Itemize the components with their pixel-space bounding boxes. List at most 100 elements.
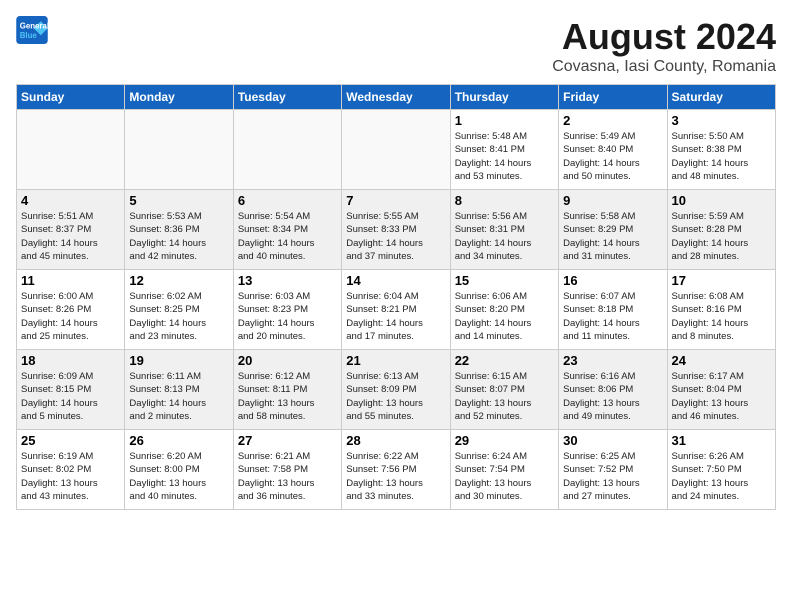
day-number: 22 <box>455 353 554 368</box>
cell-info: Sunrise: 6:20 AM Sunset: 8:00 PM Dayligh… <box>129 450 228 503</box>
cell-info: Sunrise: 5:51 AM Sunset: 8:37 PM Dayligh… <box>21 210 120 263</box>
subtitle: Covasna, Iasi County, Romania <box>552 58 776 76</box>
day-header-wednesday: Wednesday <box>342 85 450 110</box>
calendar-cell: 29 Sunrise: 6:24 AM Sunset: 7:54 PM Dayli… <box>450 430 558 510</box>
calendar-cell: 12Sunrise: 6:02 AM Sunset: 8:25 PM Dayli… <box>125 270 233 350</box>
calendar-cell: 15 Sunrise: 6:06 AM Sunset: 8:20 PM Dayli… <box>450 270 558 350</box>
cell-info: Sunrise: 6:21 AM Sunset: 7:58 PM Dayligh… <box>238 450 337 503</box>
cell-info: Sunrise: 5:56 AM Sunset: 8:31 PM Dayligh… <box>455 210 554 263</box>
cell-info: Sunrise: 6:11 AM Sunset: 8:13 PM Dayligh… <box>129 370 228 423</box>
day-header-saturday: Saturday <box>667 85 775 110</box>
day-number: 6 <box>238 193 337 208</box>
calendar-cell: 7 Sunrise: 5:55 AM Sunset: 8:33 PM Daylig… <box>342 190 450 270</box>
cell-info: Sunrise: 6:02 AM Sunset: 8:25 PM Dayligh… <box>129 290 228 343</box>
calendar-cell <box>233 110 341 190</box>
cell-info: Sunrise: 6:13 AM Sunset: 8:09 PM Dayligh… <box>346 370 445 423</box>
day-number: 29 <box>455 433 554 448</box>
cell-info: Sunrise: 5:50 AM Sunset: 8:38 PM Dayligh… <box>672 130 771 183</box>
day-number: 21 <box>346 353 445 368</box>
day-number: 13 <box>238 273 337 288</box>
day-number: 18 <box>21 353 120 368</box>
cell-info: Sunrise: 6:19 AM Sunset: 8:02 PM Dayligh… <box>21 450 120 503</box>
day-number: 25 <box>21 433 120 448</box>
cell-info: Sunrise: 6:22 AM Sunset: 7:56 PM Dayligh… <box>346 450 445 503</box>
logo: General Blue <box>16 16 48 44</box>
cell-info: Sunrise: 6:12 AM Sunset: 8:11 PM Dayligh… <box>238 370 337 423</box>
calendar-cell: 23 Sunrise: 6:16 AM Sunset: 8:06 PM Dayli… <box>559 350 667 430</box>
calendar-cell: 13Sunrise: 6:03 AM Sunset: 8:23 PM Dayli… <box>233 270 341 350</box>
cell-info: Sunrise: 5:54 AM Sunset: 8:34 PM Dayligh… <box>238 210 337 263</box>
calendar-cell <box>125 110 233 190</box>
cell-info: Sunrise: 6:09 AM Sunset: 8:15 PM Dayligh… <box>21 370 120 423</box>
cell-info: Sunrise: 5:48 AM Sunset: 8:41 PM Dayligh… <box>455 130 554 183</box>
cell-info: Sunrise: 6:06 AM Sunset: 8:20 PM Dayligh… <box>455 290 554 343</box>
cell-info: Sunrise: 5:55 AM Sunset: 8:33 PM Dayligh… <box>346 210 445 263</box>
svg-text:Blue: Blue <box>20 31 38 40</box>
calendar-cell: 19 Sunrise: 6:11 AM Sunset: 8:13 PM Dayli… <box>125 350 233 430</box>
calendar-cell: 24 Sunrise: 6:17 AM Sunset: 8:04 PM Dayli… <box>667 350 775 430</box>
cell-info: Sunrise: 6:00 AM Sunset: 8:26 PM Dayligh… <box>21 290 120 343</box>
calendar-cell <box>17 110 125 190</box>
day-number: 4 <box>21 193 120 208</box>
day-number: 14 <box>346 273 445 288</box>
day-number: 8 <box>455 193 554 208</box>
calendar-table: SundayMondayTuesdayWednesdayThursdayFrid… <box>16 84 776 510</box>
calendar-cell: 6 Sunrise: 5:54 AM Sunset: 8:34 PM Daylig… <box>233 190 341 270</box>
calendar-cell: 16Sunrise: 6:07 AM Sunset: 8:18 PM Dayli… <box>559 270 667 350</box>
header: General Blue August 2024 Covasna, Iasi C… <box>16 16 776 76</box>
cell-info: Sunrise: 6:08 AM Sunset: 8:16 PM Dayligh… <box>672 290 771 343</box>
calendar-cell: 8 Sunrise: 5:56 AM Sunset: 8:31 PM Daylig… <box>450 190 558 270</box>
calendar-cell: 4 Sunrise: 5:51 AM Sunset: 8:37 PM Daylig… <box>17 190 125 270</box>
day-number: 31 <box>672 433 771 448</box>
cell-info: Sunrise: 6:24 AM Sunset: 7:54 PM Dayligh… <box>455 450 554 503</box>
cell-info: Sunrise: 6:15 AM Sunset: 8:07 PM Dayligh… <box>455 370 554 423</box>
title-area: August 2024 Covasna, Iasi County, Romani… <box>552 16 776 76</box>
day-number: 20 <box>238 353 337 368</box>
day-number: 17 <box>672 273 771 288</box>
cell-info: Sunrise: 6:17 AM Sunset: 8:04 PM Dayligh… <box>672 370 771 423</box>
calendar-cell: 22 Sunrise: 6:15 AM Sunset: 8:07 PM Dayli… <box>450 350 558 430</box>
calendar-cell: 14 Sunrise: 6:04 AM Sunset: 8:21 PM Dayli… <box>342 270 450 350</box>
calendar-cell: 26Sunrise: 6:20 AM Sunset: 8:00 PM Dayli… <box>125 430 233 510</box>
cell-info: Sunrise: 6:25 AM Sunset: 7:52 PM Dayligh… <box>563 450 662 503</box>
day-number: 24 <box>672 353 771 368</box>
day-number: 1 <box>455 113 554 128</box>
day-number: 9 <box>563 193 662 208</box>
calendar-cell <box>342 110 450 190</box>
month-title: August 2024 <box>552 16 776 58</box>
calendar-cell: 1 Sunrise: 5:48 AM Sunset: 8:41 PM Daylig… <box>450 110 558 190</box>
calendar-cell: 5 Sunrise: 5:53 AM Sunset: 8:36 PM Daylig… <box>125 190 233 270</box>
day-number: 10 <box>672 193 771 208</box>
day-number: 7 <box>346 193 445 208</box>
cell-info: Sunrise: 6:04 AM Sunset: 8:21 PM Dayligh… <box>346 290 445 343</box>
calendar-cell: 18 Sunrise: 6:09 AM Sunset: 8:15 PM Dayli… <box>17 350 125 430</box>
day-number: 15 <box>455 273 554 288</box>
logo-icon: General Blue <box>16 16 48 44</box>
calendar-cell: 3 Sunrise: 5:50 AM Sunset: 8:38 PM Daylig… <box>667 110 775 190</box>
day-number: 27 <box>238 433 337 448</box>
day-number: 19 <box>129 353 228 368</box>
cell-info: Sunrise: 5:53 AM Sunset: 8:36 PM Dayligh… <box>129 210 228 263</box>
cell-info: Sunrise: 5:58 AM Sunset: 8:29 PM Dayligh… <box>563 210 662 263</box>
day-number: 11 <box>21 273 120 288</box>
day-number: 30 <box>563 433 662 448</box>
calendar-cell: 9 Sunrise: 5:58 AM Sunset: 8:29 PM Daylig… <box>559 190 667 270</box>
day-header-sunday: Sunday <box>17 85 125 110</box>
calendar-cell: 30 Sunrise: 6:25 AM Sunset: 7:52 PM Dayli… <box>559 430 667 510</box>
day-number: 3 <box>672 113 771 128</box>
calendar-cell: 28 Sunrise: 6:22 AM Sunset: 7:56 PM Dayli… <box>342 430 450 510</box>
cell-info: Sunrise: 6:26 AM Sunset: 7:50 PM Dayligh… <box>672 450 771 503</box>
day-number: 23 <box>563 353 662 368</box>
calendar-cell: 31 Sunrise: 6:26 AM Sunset: 7:50 PM Dayli… <box>667 430 775 510</box>
day-header-tuesday: Tuesday <box>233 85 341 110</box>
cell-info: Sunrise: 6:16 AM Sunset: 8:06 PM Dayligh… <box>563 370 662 423</box>
svg-text:General: General <box>20 21 48 30</box>
calendar-cell: 27 Sunrise: 6:21 AM Sunset: 7:58 PM Dayli… <box>233 430 341 510</box>
day-number: 28 <box>346 433 445 448</box>
cell-info: Sunrise: 5:49 AM Sunset: 8:40 PM Dayligh… <box>563 130 662 183</box>
calendar-cell: 11 Sunrise: 6:00 AM Sunset: 8:26 PM Dayli… <box>17 270 125 350</box>
calendar-cell: 17 Sunrise: 6:08 AM Sunset: 8:16 PM Dayli… <box>667 270 775 350</box>
calendar-cell: 10Sunrise: 5:59 AM Sunset: 8:28 PM Dayli… <box>667 190 775 270</box>
day-number: 5 <box>129 193 228 208</box>
cell-info: Sunrise: 6:07 AM Sunset: 8:18 PM Dayligh… <box>563 290 662 343</box>
